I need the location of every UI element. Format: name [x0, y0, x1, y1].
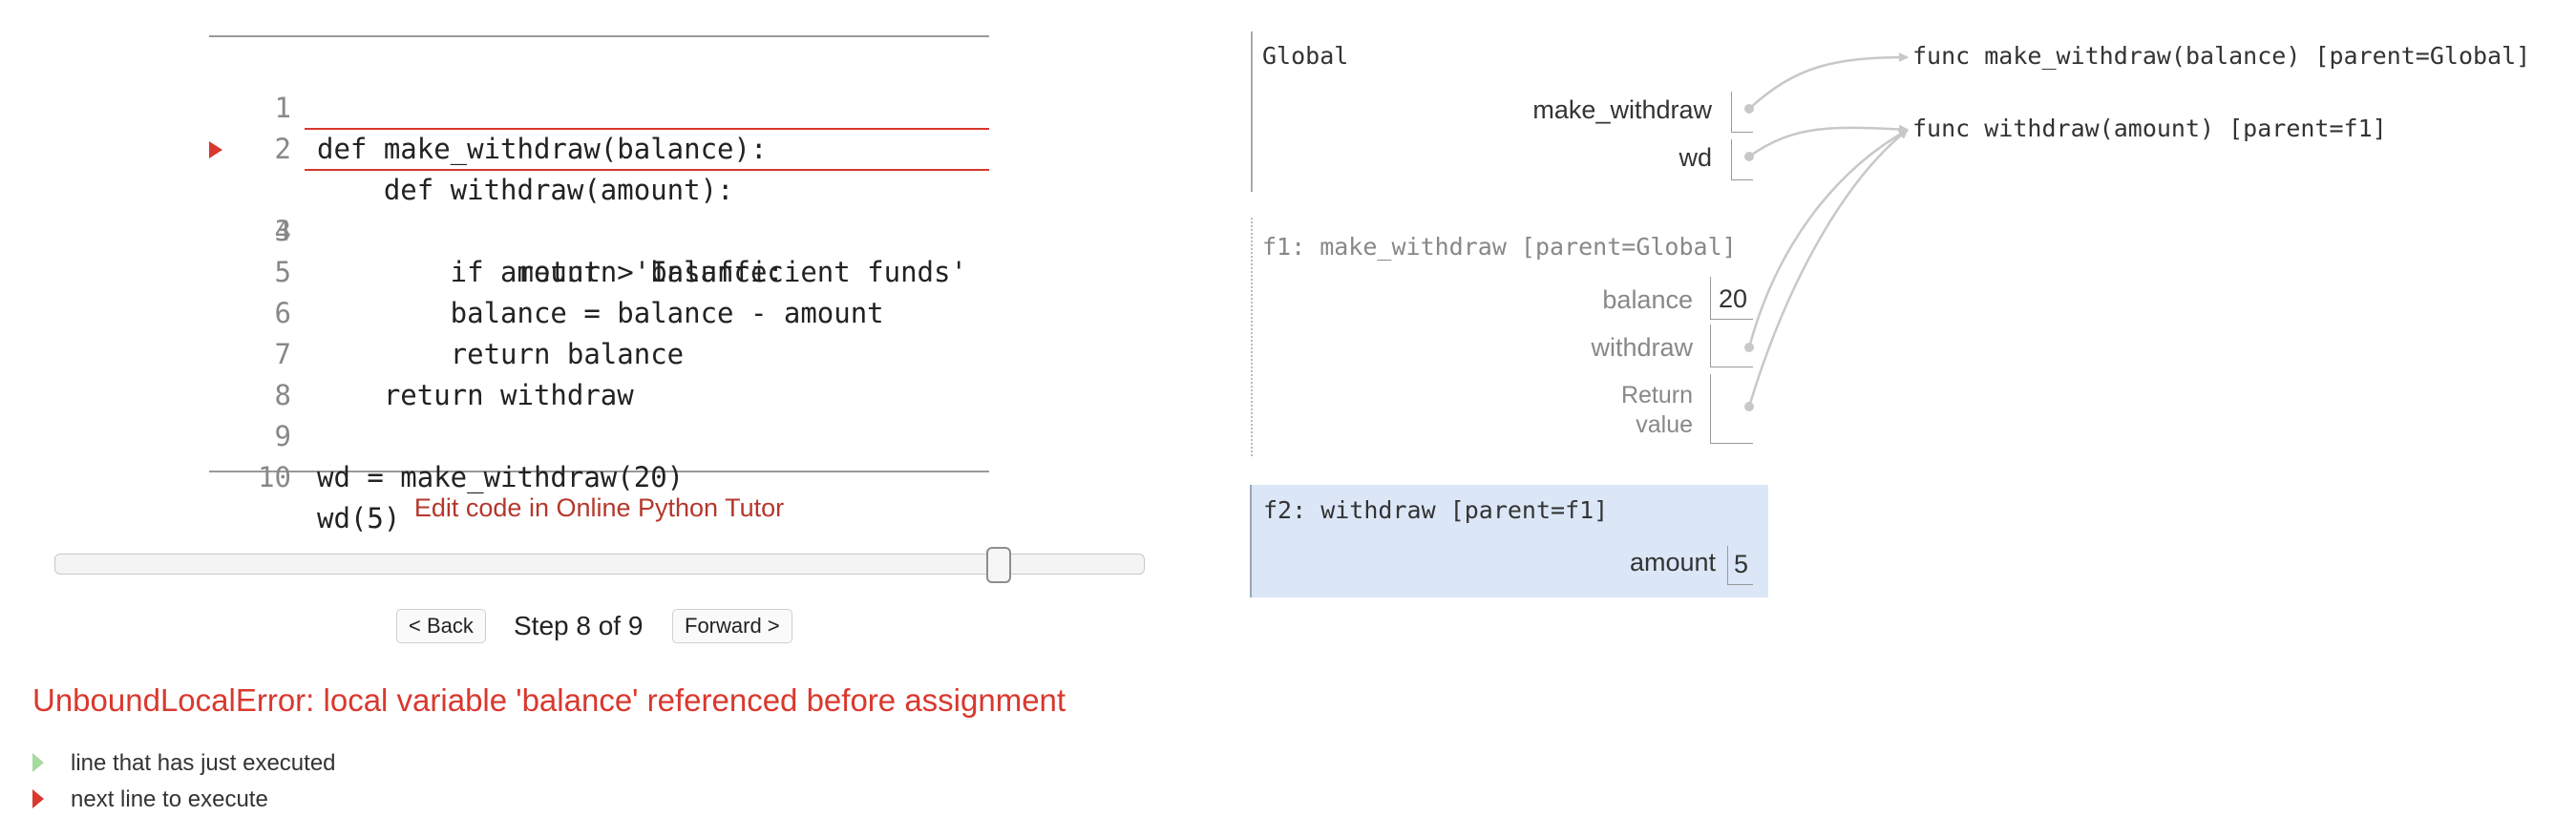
pointer-arrow — [1748, 52, 1909, 110]
pointer-arrow — [1747, 128, 1909, 348]
pointer-dots — [1744, 104, 1754, 411]
pointer-arrows — [1744, 52, 1909, 411]
pointer-arrow — [1747, 129, 1909, 408]
